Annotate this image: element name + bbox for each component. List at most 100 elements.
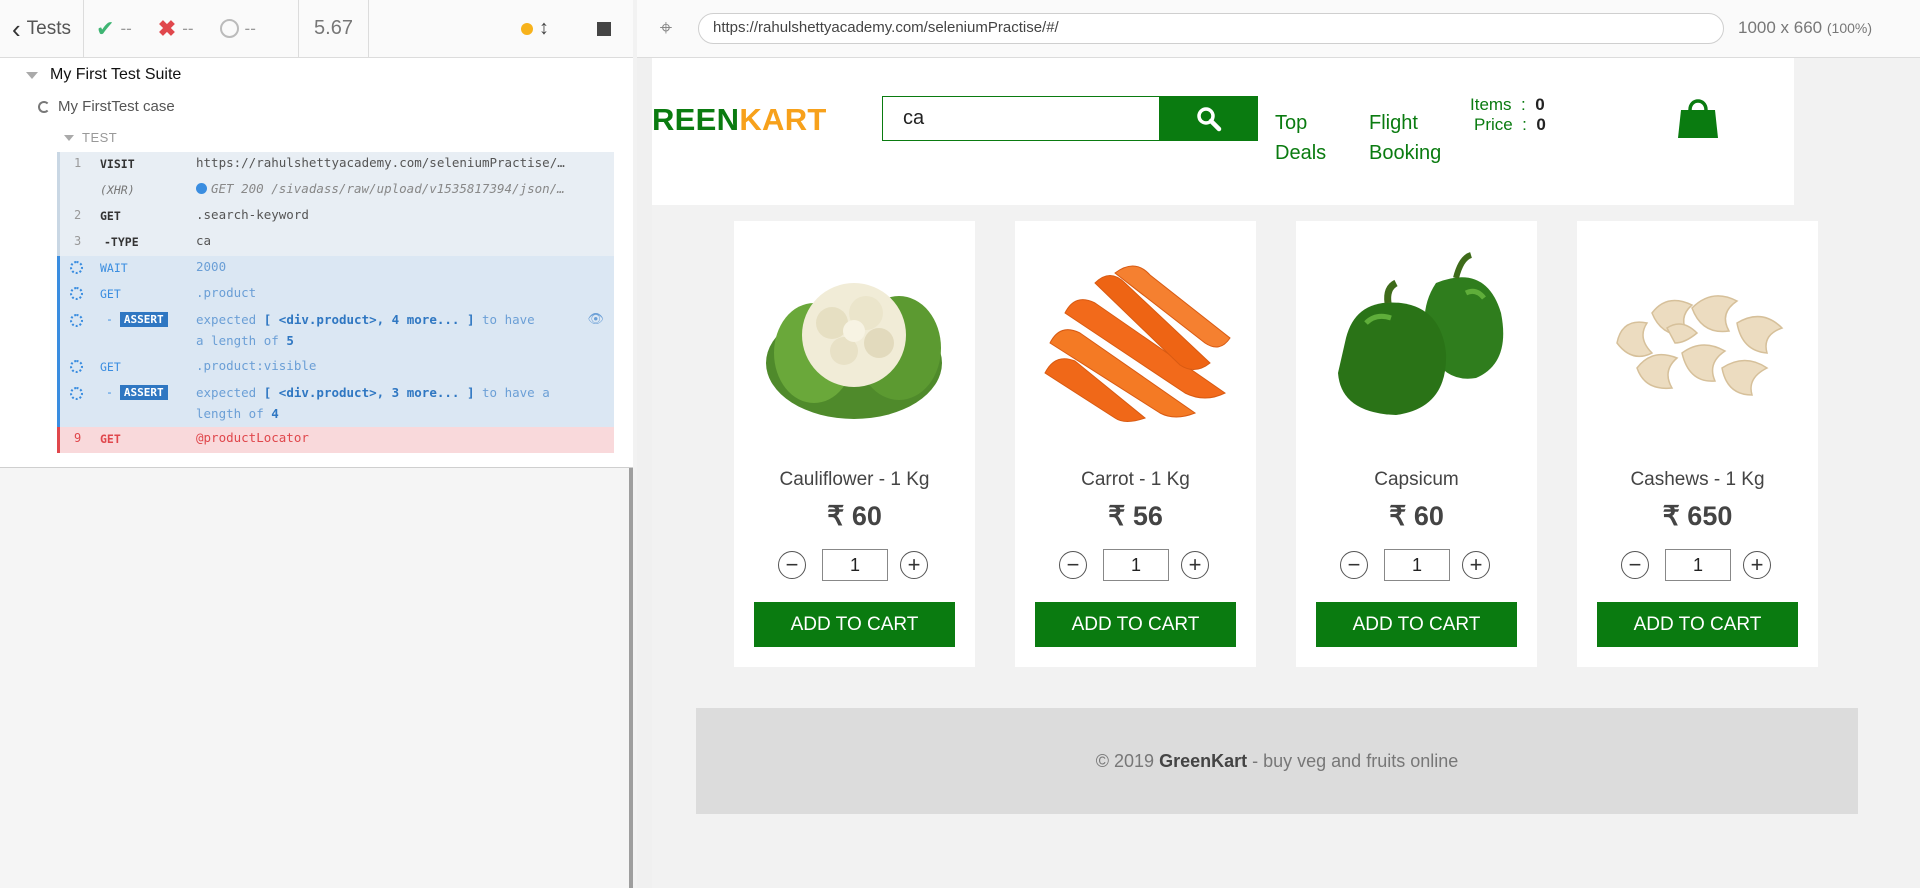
running-spinner-icon	[38, 100, 50, 113]
pending-spinner-icon	[70, 314, 83, 327]
test-case-header[interactable]: My FirstTest case	[38, 98, 175, 115]
command-row[interactable]: 1 VISIT https://rahulshettyacademy.com/s…	[57, 152, 614, 178]
stop-button[interactable]	[597, 21, 611, 36]
capsicum-image	[1338, 252, 1504, 415]
product-price: ₹ 60	[827, 501, 882, 531]
increment-button[interactable]: +	[900, 551, 928, 579]
add-to-cart-button[interactable]: ADD TO CART	[1597, 602, 1798, 647]
assert-message-line1: expected [ <div.product>, 4 more... ] to…	[196, 312, 535, 327]
decrement-button[interactable]: −	[1340, 551, 1368, 579]
selector-playground-icon[interactable]: ⌖	[654, 16, 678, 40]
command-number: 2	[74, 208, 82, 222]
increment-button[interactable]: +	[1462, 551, 1490, 579]
command-message: .product:visible	[196, 358, 317, 373]
increment-button[interactable]: +	[1181, 551, 1209, 579]
url-field[interactable]: https://rahulshettyacademy.com/seleniumP…	[698, 13, 1724, 44]
pending-stat: --	[219, 18, 256, 39]
command-message: GET 200 /sivadass/raw/upload/v1535817394…	[196, 181, 565, 196]
product-card: Cauliflower - 1 Kg ₹ 60 − 1 + ADD TO CAR…	[734, 221, 975, 667]
search-icon	[1197, 106, 1222, 131]
quantity-stepper: − 1 +	[1059, 549, 1213, 581]
quantity-input[interactable]: 1	[1665, 549, 1731, 581]
command-group[interactable]: GET .product - ASSERT expected [ <div.pr…	[57, 282, 614, 355]
carrot-image	[1044, 265, 1231, 422]
app-footer: © 2019 GreenKart - buy veg and fruits on…	[696, 708, 1858, 814]
collapse-triangle-icon	[64, 134, 74, 141]
quantity-stepper: − 1 +	[1340, 549, 1494, 581]
quantity-input[interactable]: 1	[1384, 549, 1450, 581]
command-name: VISIT	[100, 157, 135, 171]
assert-message-line2: a length of 5	[196, 333, 294, 348]
flight-booking-link[interactable]: Flight Booking	[1369, 108, 1441, 168]
product-name: Capsicum	[1374, 469, 1459, 490]
test-section-label: TEST	[82, 130, 118, 145]
running-indicator-icon	[521, 22, 533, 35]
command-message: 2000	[196, 259, 227, 274]
suite-title: My First Test Suite	[50, 66, 182, 83]
failed-stat: ✖ --	[158, 16, 194, 42]
assert-label: - ASSERT	[106, 312, 168, 327]
command-name: WAIT	[100, 261, 128, 275]
viewport-size: 1000 x 660 (100%)	[1738, 18, 1873, 37]
xhr-status-dot-icon	[196, 183, 207, 194]
command-row[interactable]: WAIT 2000	[57, 256, 614, 282]
product-name: Cashews - 1 Kg	[1630, 469, 1765, 490]
cart-bag-icon[interactable]	[1677, 94, 1719, 145]
command-row[interactable]: 2 GET .search-keyword	[57, 204, 614, 230]
product-card: Capsicum ₹ 60 − 1 + ADD TO CART	[1296, 221, 1537, 667]
command-group[interactable]: GET .product:visible - ASSERT expected […	[57, 355, 614, 427]
command-name: GET	[100, 209, 121, 223]
command-message: https://rahulshettyacademy.com/seleniumP…	[196, 155, 565, 170]
command-name: (XHR)	[100, 183, 135, 197]
command-row[interactable]: 3 -TYPE ca	[57, 230, 614, 256]
test-case-title: My FirstTest case	[58, 98, 175, 115]
command-message: .search-keyword	[196, 207, 309, 222]
decrement-button[interactable]: −	[1621, 551, 1649, 579]
increment-button[interactable]: +	[1743, 551, 1771, 579]
add-to-cart-button[interactable]: ADD TO CART	[1035, 602, 1236, 647]
suite-header[interactable]: My First Test Suite	[26, 66, 181, 84]
cart-items-info: Items : 0	[1470, 95, 1545, 114]
product-price: ₹ 56	[1108, 501, 1163, 531]
application-frame: REENKART ca Top Deals Flight Booking Items	[652, 58, 1920, 888]
quantity-input[interactable]: 1	[1103, 549, 1169, 581]
search-input[interactable]: ca	[882, 96, 1160, 141]
command-name: GET	[100, 287, 121, 301]
failed-count: --	[182, 18, 194, 38]
top-deals-link[interactable]: Top Deals	[1275, 108, 1326, 168]
command-message: ca	[196, 233, 212, 248]
pending-count: --	[244, 18, 256, 38]
command-number: 3	[74, 234, 82, 248]
add-to-cart-button[interactable]: ADD TO CART	[1316, 602, 1517, 647]
passed-stat: ✔ --	[96, 16, 132, 42]
search-button[interactable]	[1160, 96, 1258, 141]
assert-label: - ASSERT	[106, 385, 168, 400]
product-card: Cashews - 1 Kg ₹ 650 − 1 + ADD TO CART	[1577, 221, 1818, 667]
app-preview: ⌖ https://rahulshettyacademy.com/seleniu…	[637, 0, 1920, 888]
command-row-failed[interactable]: 9 GET @productLocator	[57, 427, 614, 453]
product-name: Carrot - 1 Kg	[1081, 469, 1190, 490]
quantity-input[interactable]: 1	[822, 549, 888, 581]
pending-spinner-icon	[70, 360, 83, 373]
runner-panel: ‹ Tests ✔ -- ✖ -- -- 5.67 ↕ My First Tes…	[0, 0, 633, 888]
toggle-auto-scroll-icon[interactable]: ↕	[539, 17, 549, 40]
command-message: .product	[196, 285, 257, 300]
back-to-tests-button[interactable]: ‹ Tests	[0, 0, 84, 58]
add-to-cart-button[interactable]: ADD TO CART	[754, 602, 955, 647]
command-name: GET	[100, 360, 121, 374]
command-number: 1	[74, 156, 82, 170]
product-price: ₹ 650	[1662, 501, 1733, 531]
product-price: ₹ 60	[1389, 501, 1444, 531]
pending-circle-icon	[219, 19, 239, 38]
test-section-header[interactable]: TEST	[64, 130, 117, 145]
pending-spinner-icon	[70, 261, 83, 274]
command-row[interactable]: (XHR) GET 200 /sivadass/raw/upload/v1535…	[57, 178, 614, 204]
pending-spinner-icon	[70, 387, 83, 400]
decrement-button[interactable]: −	[1059, 551, 1087, 579]
command-name: GET	[100, 432, 121, 446]
greenkart-logo: REENKART	[652, 102, 827, 137]
decrement-button[interactable]: −	[778, 551, 806, 579]
app-header: REENKART ca Top Deals Flight Booking Items	[652, 58, 1794, 205]
assert-message-line2: length of 4	[196, 406, 279, 421]
pending-spinner-icon	[70, 287, 83, 300]
